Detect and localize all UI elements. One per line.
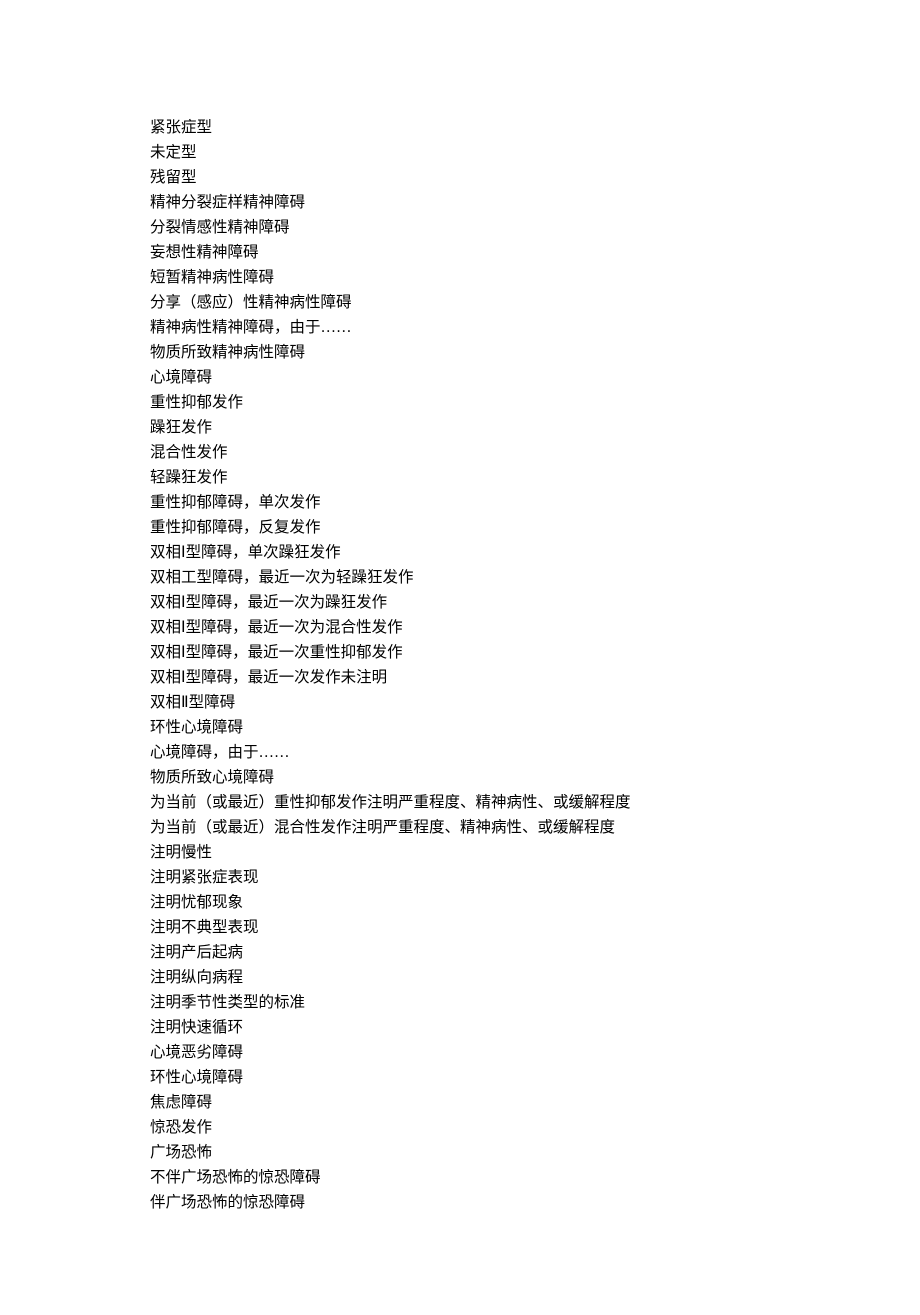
text-line: 注明慢性 xyxy=(150,840,770,865)
text-line: 心境恶劣障碍 xyxy=(150,1040,770,1065)
text-line: 注明季节性类型的标准 xyxy=(150,990,770,1015)
text-line: 心境障碍，由于…… xyxy=(150,740,770,765)
text-line: 注明快速循环 xyxy=(150,1015,770,1040)
text-line: 短暂精神病性障碍 xyxy=(150,265,770,290)
text-line: 轻躁狂发作 xyxy=(150,465,770,490)
text-line: 双相Ⅱ型障碍 xyxy=(150,690,770,715)
text-line: 心境障碍 xyxy=(150,365,770,390)
text-line: 分裂情感性精神障碍 xyxy=(150,215,770,240)
text-line: 分享（感应）性精神病性障碍 xyxy=(150,290,770,315)
text-line: 精神分裂症样精神障碍 xyxy=(150,190,770,215)
document-page: 紧张症型 未定型 残留型 精神分裂症样精神障碍 分裂情感性精神障碍 妄想性精神障… xyxy=(0,0,920,1315)
text-line: 物质所致精神病性障碍 xyxy=(150,340,770,365)
text-line: 双相Ⅰ型障碍，最近一次重性抑郁发作 xyxy=(150,640,770,665)
text-line: 注明忧郁现象 xyxy=(150,890,770,915)
text-line: 重性抑郁障碍，反复发作 xyxy=(150,515,770,540)
text-line: 环性心境障碍 xyxy=(150,715,770,740)
text-line: 广场恐怖 xyxy=(150,1140,770,1165)
text-line: 不伴广场恐怖的惊恐障碍 xyxy=(150,1165,770,1190)
text-line: 残留型 xyxy=(150,165,770,190)
text-line: 妄想性精神障碍 xyxy=(150,240,770,265)
text-line: 混合性发作 xyxy=(150,440,770,465)
text-line: 双相Ⅰ型障碍，最近一次为混合性发作 xyxy=(150,615,770,640)
text-line: 注明紧张症表现 xyxy=(150,865,770,890)
text-line: 物质所致心境障碍 xyxy=(150,765,770,790)
text-line: 焦虑障碍 xyxy=(150,1090,770,1115)
text-line: 躁狂发作 xyxy=(150,415,770,440)
text-line: 双相Ⅰ型障碍，单次躁狂发作 xyxy=(150,540,770,565)
text-line: 注明纵向病程 xyxy=(150,965,770,990)
text-line: 重性抑郁发作 xyxy=(150,390,770,415)
text-line: 惊恐发作 xyxy=(150,1115,770,1140)
text-line: 双相Ⅰ型障碍，最近一次发作未注明 xyxy=(150,665,770,690)
text-line: 为当前（或最近）重性抑郁发作注明严重程度、精神病性、或缓解程度 xyxy=(150,790,770,815)
text-line: 伴广场恐怖的惊恐障碍 xyxy=(150,1190,770,1215)
text-line: 注明不典型表现 xyxy=(150,915,770,940)
text-line: 紧张症型 xyxy=(150,115,770,140)
text-line: 双相Ⅰ型障碍，最近一次为躁狂发作 xyxy=(150,590,770,615)
text-line: 注明产后起病 xyxy=(150,940,770,965)
text-line: 为当前（或最近）混合性发作注明严重程度、精神病性、或缓解程度 xyxy=(150,815,770,840)
text-line: 精神病性精神障碍，由于…… xyxy=(150,315,770,340)
text-line: 环性心境障碍 xyxy=(150,1065,770,1090)
text-line: 双相工型障碍，最近一次为轻躁狂发作 xyxy=(150,565,770,590)
text-line: 未定型 xyxy=(150,140,770,165)
text-line: 重性抑郁障碍，单次发作 xyxy=(150,490,770,515)
